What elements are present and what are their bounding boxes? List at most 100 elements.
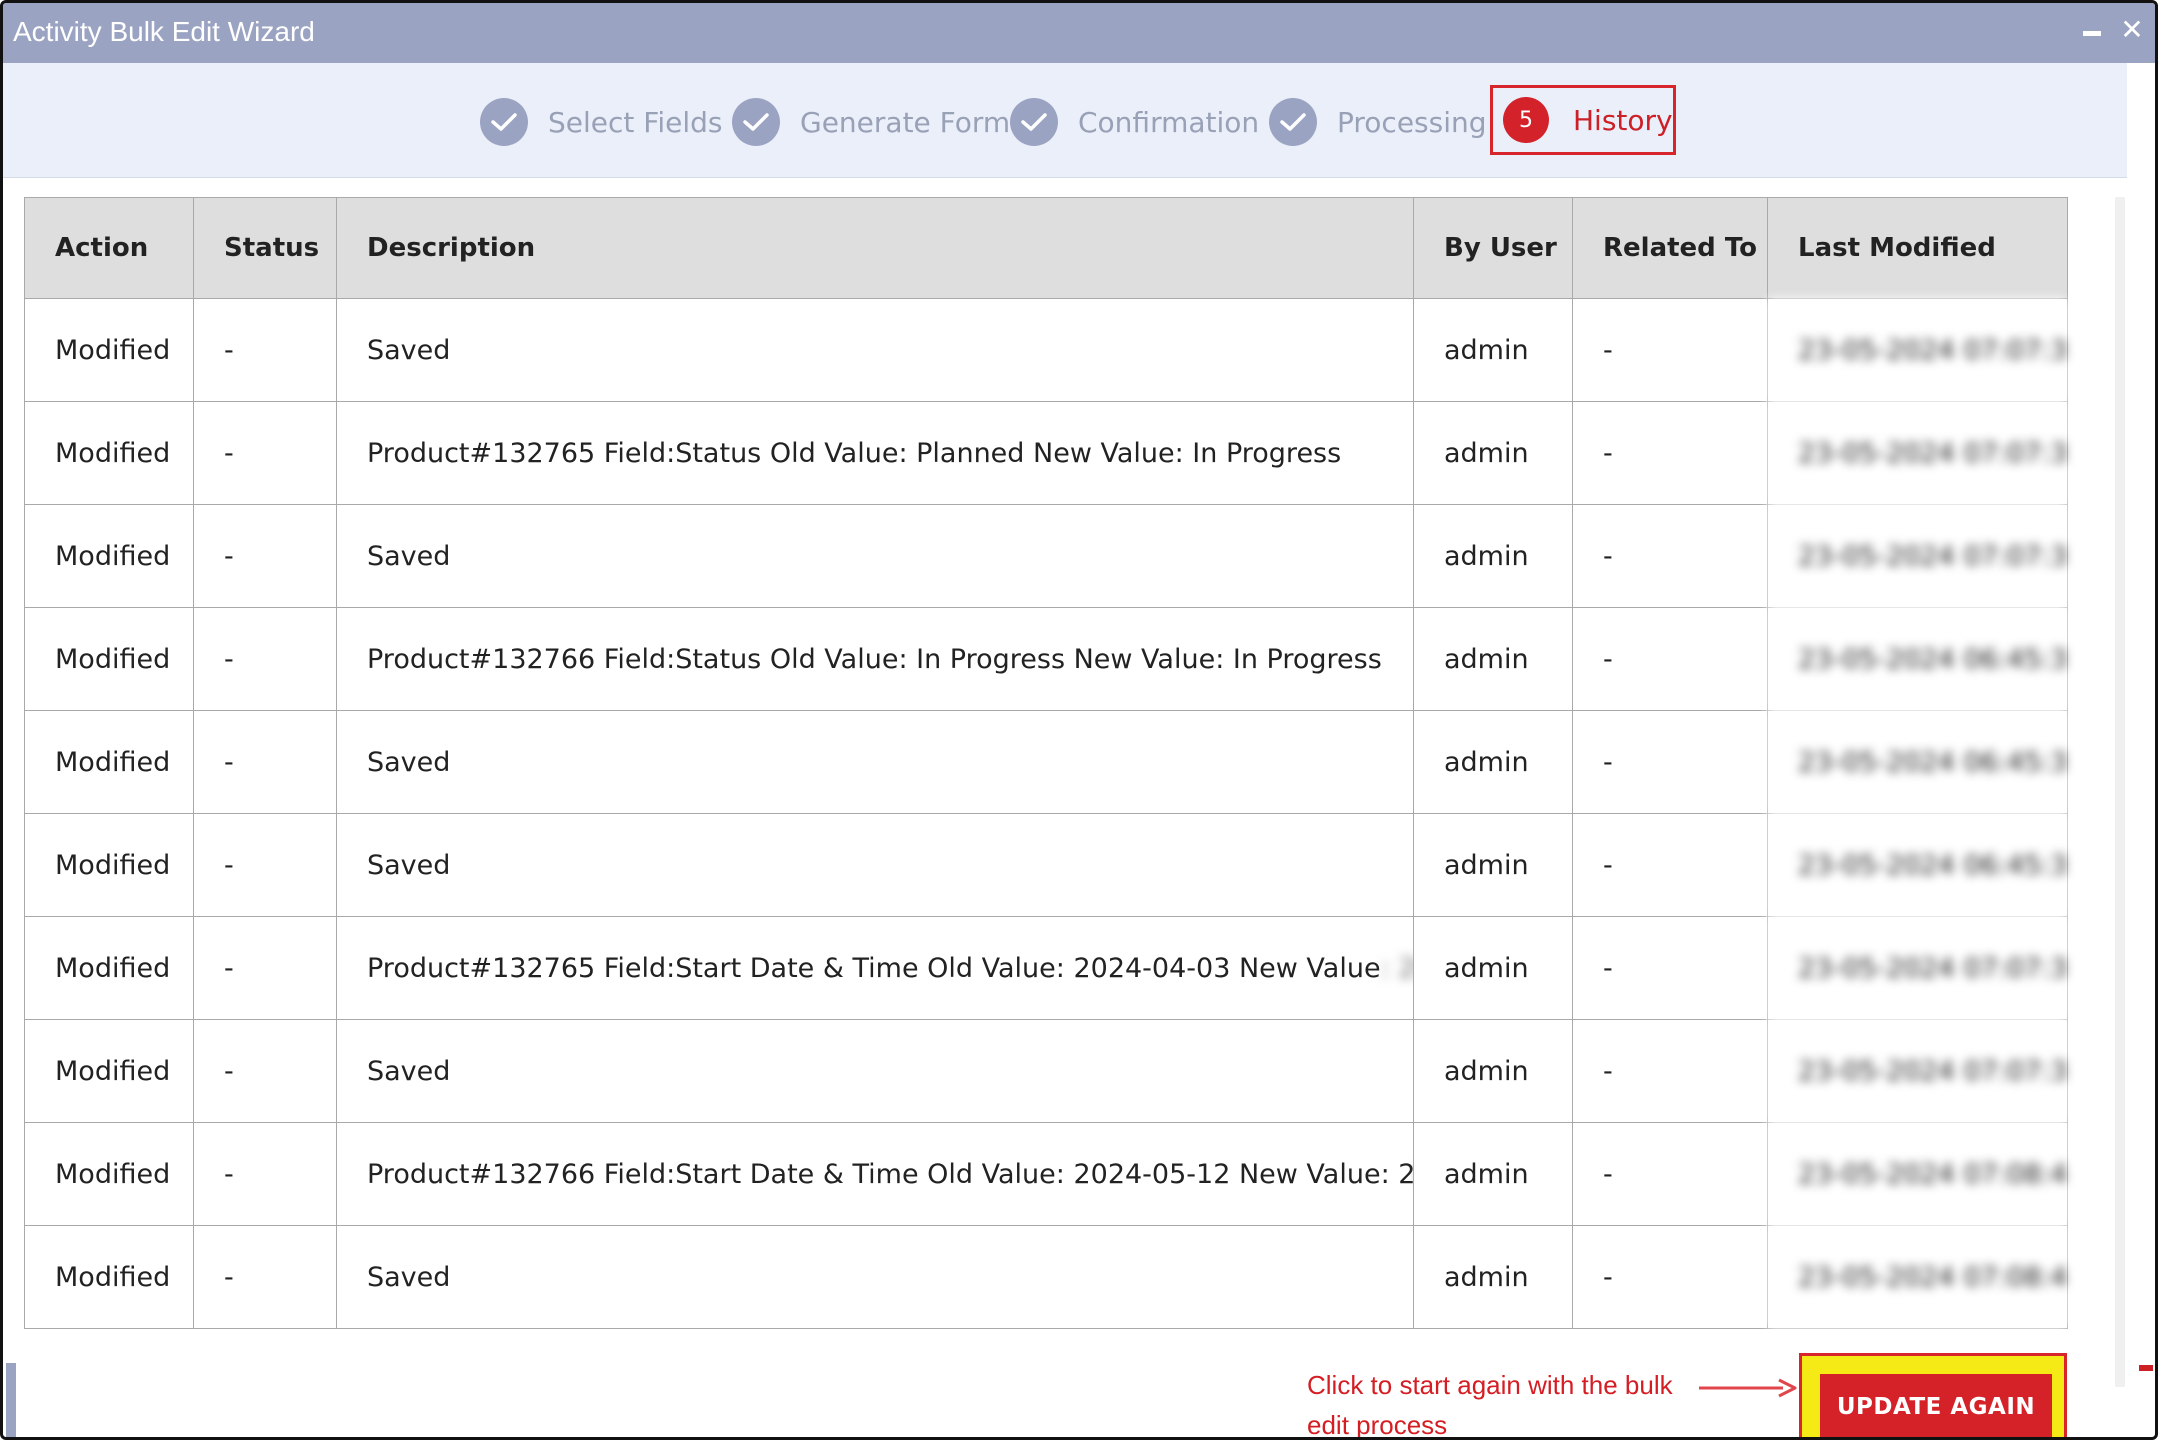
check-icon <box>480 98 528 146</box>
cell-action: Modified <box>24 813 194 917</box>
column-header-related-to[interactable]: Related To <box>1572 197 1768 299</box>
column-header-status[interactable]: Status <box>193 197 337 299</box>
cell-status: - <box>193 607 337 711</box>
cell-related-to: - <box>1572 1019 1768 1123</box>
step-processing[interactable]: Processing <box>1269 97 1487 147</box>
check-icon <box>1010 98 1058 146</box>
annotation-callout: Click to start again with the bulk edit … <box>1307 1370 1673 1440</box>
step-label: Generate Form <box>800 105 1011 139</box>
table-header-row: Action Status Description By User Relate… <box>24 197 2068 299</box>
cell-related-to: - <box>1572 298 1768 402</box>
cell-by-user: admin <box>1413 710 1573 814</box>
arrow-right-icon <box>1699 1378 1797 1398</box>
table-row[interactable]: Modified - Saved admin - 23-05-2024 07:0… <box>24 1225 2068 1329</box>
cell-action: Modified <box>24 1225 194 1329</box>
cell-action: Modified <box>24 710 194 814</box>
cell-last-modified: 23-05-2024 07:07:34 <box>1767 1019 2068 1123</box>
cell-related-to: - <box>1572 1122 1768 1226</box>
table-row[interactable]: Modified - Saved admin - 23-05-2024 06:4… <box>24 813 2068 917</box>
left-edge-accent <box>6 1363 16 1437</box>
table-row[interactable]: Modified - Product#132766 Field:Start Da… <box>24 1122 2068 1226</box>
cell-description: Saved <box>336 813 1414 917</box>
cell-description: Saved <box>336 1225 1414 1329</box>
close-icon[interactable]: ✕ <box>2119 16 2145 44</box>
cell-description: Product#132766 Field:Start Date & Time O… <box>336 1122 1414 1226</box>
wizard-window: Activity Bulk Edit Wizard ✕ Select Field… <box>0 0 2158 1440</box>
cell-action: Modified <box>24 607 194 711</box>
cell-related-to: - <box>1572 1225 1768 1329</box>
step-label: Select Fields <box>548 105 723 139</box>
step-confirmation[interactable]: Confirmation <box>1010 97 1259 147</box>
cell-status: - <box>193 916 337 1020</box>
cell-status: - <box>193 401 337 505</box>
check-icon <box>1269 98 1317 146</box>
cell-description: Saved <box>336 1019 1414 1123</box>
cell-last-modified: 23-05-2024 07:07:34 <box>1767 916 2068 1020</box>
description-text: Product#132766 Field:Start Date & Time O… <box>367 1158 1414 1190</box>
cell-last-modified: 23-05-2024 06:45:33 <box>1767 813 2068 917</box>
cell-status: - <box>193 1019 337 1123</box>
step-generate-form[interactable]: Generate Form <box>732 97 1010 147</box>
cell-description: Product#132766 Field:Status Old Value: I… <box>336 607 1414 711</box>
cell-description: Product#132765 Field:Start Date & Time O… <box>336 916 1414 1020</box>
cell-by-user: admin <box>1413 1122 1573 1226</box>
cell-by-user: admin <box>1413 916 1573 1020</box>
cell-action: Modified <box>24 1019 194 1123</box>
cell-description: Saved <box>336 298 1414 402</box>
update-again-highlight: UPDATE AGAIN <box>1799 1353 2067 1437</box>
cell-status: - <box>193 298 337 402</box>
cell-status: - <box>193 1225 337 1329</box>
description-blurred-text: : 2024-05-22 <box>1380 952 1413 984</box>
vertical-scrollbar[interactable] <box>2115 197 2125 1387</box>
column-header-by-user[interactable]: By User <box>1413 197 1573 299</box>
cell-last-modified: 23-05-2024 06:45:33 <box>1767 710 2068 814</box>
cell-action: Modified <box>24 916 194 1020</box>
cell-action: Modified <box>24 504 194 608</box>
cell-last-modified: 23-05-2024 06:45:33 <box>1767 607 2068 711</box>
table-row[interactable]: Modified - Saved admin - 23-05-2024 06:4… <box>24 710 2068 814</box>
table-row[interactable]: Modified - Saved admin - 23-05-2024 07:0… <box>24 504 2068 608</box>
cell-action: Modified <box>24 298 194 402</box>
table-row[interactable]: Modified - Product#132765 Field:Start Da… <box>24 916 2068 1020</box>
cell-status: - <box>193 813 337 917</box>
cell-last-modified: 23-05-2024 07:07:36 <box>1767 298 2068 402</box>
step-label: Confirmation <box>1078 105 1260 139</box>
cell-by-user: admin <box>1413 504 1573 608</box>
cell-by-user: admin <box>1413 298 1573 402</box>
table-row[interactable]: Modified - Saved admin - 23-05-2024 07:0… <box>24 1019 2068 1123</box>
cell-description: Product#132765 Field:Status Old Value: P… <box>336 401 1414 505</box>
cell-last-modified: 23-05-2024 07:08:40 <box>1767 1122 2068 1226</box>
column-header-action[interactable]: Action <box>24 197 194 299</box>
cell-last-modified: 23-05-2024 07:08:40 <box>1767 1225 2068 1329</box>
cell-by-user: admin <box>1413 401 1573 505</box>
step-number-badge: 5 <box>1503 97 1549 143</box>
step-history[interactable]: 5 History <box>1490 85 1676 155</box>
step-select-fields[interactable]: Select Fields <box>480 97 723 147</box>
cell-related-to: - <box>1572 916 1768 1020</box>
column-header-last-modified[interactable]: Last Modified <box>1767 197 2068 299</box>
description-text: Product#132765 Field:Start Date & Time O… <box>367 952 1381 984</box>
cell-by-user: admin <box>1413 813 1573 917</box>
cell-by-user: admin <box>1413 1225 1573 1329</box>
wizard-stepper: Select Fields Generate Form Confirmation… <box>3 63 2127 178</box>
minimize-icon[interactable] <box>2079 17 2105 43</box>
cell-related-to: - <box>1572 607 1768 711</box>
cell-by-user: admin <box>1413 1019 1573 1123</box>
cell-description: Saved <box>336 710 1414 814</box>
history-table: Action Status Description By User Relate… <box>24 197 2068 1329</box>
cell-related-to: - <box>1572 504 1768 608</box>
cell-last-modified: 23-05-2024 07:07:36 <box>1767 401 2068 505</box>
right-edge-mark <box>2139 1365 2153 1371</box>
step-label: History <box>1573 103 1673 137</box>
update-again-button[interactable]: UPDATE AGAIN <box>1820 1374 2052 1437</box>
cell-status: - <box>193 1122 337 1226</box>
table-row[interactable]: Modified - Product#132765 Field:Status O… <box>24 401 2068 505</box>
check-icon <box>732 98 780 146</box>
cell-action: Modified <box>24 401 194 505</box>
cell-description: Saved <box>336 504 1414 608</box>
cell-by-user: admin <box>1413 607 1573 711</box>
table-row[interactable]: Modified - Saved admin - 23-05-2024 07:0… <box>24 298 2068 402</box>
table-row[interactable]: Modified - Product#132766 Field:Status O… <box>24 607 2068 711</box>
column-header-description[interactable]: Description <box>336 197 1414 299</box>
title-bar: Activity Bulk Edit Wizard ✕ <box>3 3 2155 63</box>
